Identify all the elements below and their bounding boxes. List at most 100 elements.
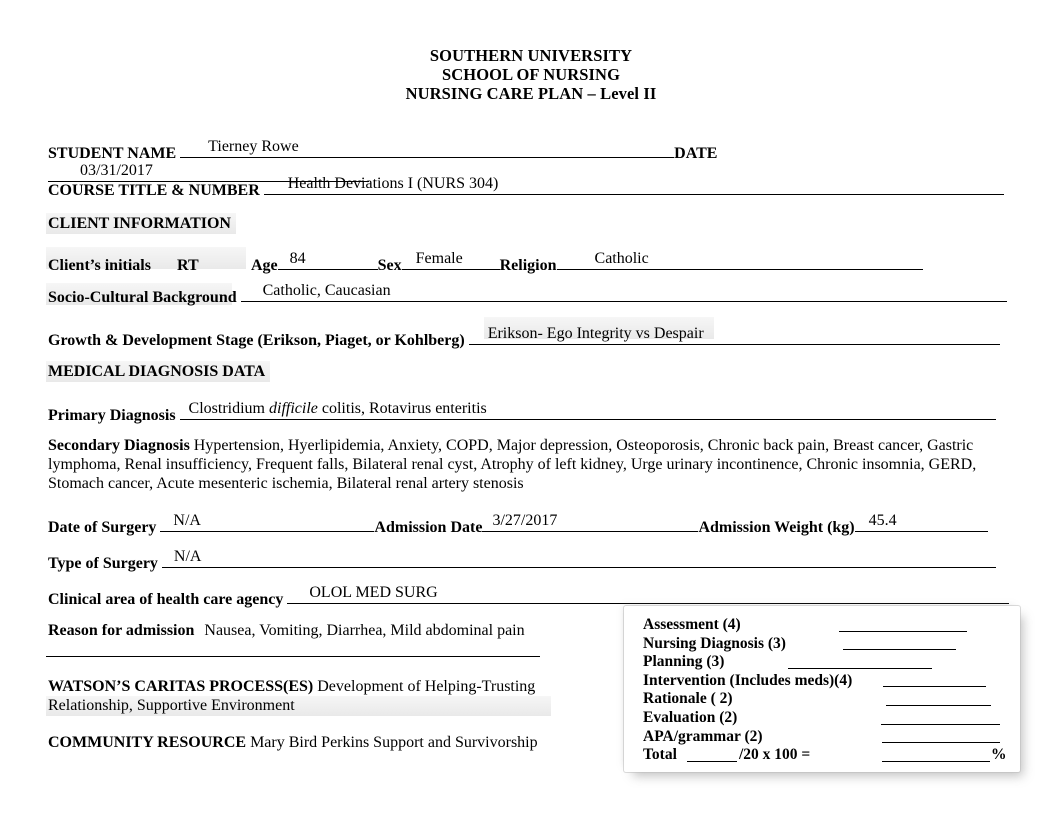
- primary-diagnosis-row: Primary Diagnosis Clostridium difficile …: [48, 401, 1010, 425]
- socio-cultural-row: Socio-Cultural Background Catholic, Cauc…: [48, 283, 1010, 307]
- rubric-score-evaluation[interactable]: [881, 723, 1000, 725]
- medical-diagnosis-label: MEDICAL DIAGNOSIS DATA: [48, 363, 266, 380]
- secondary-diagnosis-block: Secondary Diagnosis Hypertension, Hyerli…: [48, 437, 988, 493]
- religion-field[interactable]: Catholic: [556, 250, 923, 270]
- primary-diagnosis-label: Primary Diagnosis: [48, 407, 176, 424]
- rubric-row-nursing-diagnosis: Nursing Diagnosis (3): [643, 635, 1014, 654]
- client-initials-label: Client’s initials: [48, 257, 151, 274]
- medical-diagnosis-heading: MEDICAL DIAGNOSIS DATA: [48, 363, 1010, 381]
- rubric-total-formula: /20 x 100 =: [739, 746, 811, 764]
- course-title-label: COURSE TITLE & NUMBER: [48, 182, 260, 199]
- rubric-row-total: Total /20 x 100 = %: [643, 746, 1014, 765]
- client-identity-row: Client’s initials RT Age 84 Sex Female Re…: [48, 251, 1010, 275]
- date-of-surgery-value: N/A: [173, 512, 201, 529]
- rubric-row-intervention: Intervention (Includes meds)(4): [643, 672, 1014, 691]
- reason-for-admission-block: Reason for admission Nausea, Vomiting, D…: [48, 622, 648, 641]
- socio-cultural-label: Socio-Cultural Background: [48, 289, 237, 306]
- course-title-field[interactable]: Health Deviations I (NURS 304): [263, 175, 1004, 195]
- type-of-surgery-label: Type of Surgery: [48, 555, 158, 572]
- date-label: DATE: [674, 145, 718, 162]
- socio-cultural-value: Catholic, Caucasian: [262, 282, 391, 299]
- clinical-area-label: Clinical area of health care agency: [48, 591, 284, 608]
- document-page: SOUTHERN UNIVERSITY SCHOOL OF NURSING NU…: [0, 0, 1062, 822]
- rubric-score-planning[interactable]: [788, 667, 932, 669]
- type-of-surgery-row: Type of Surgery N/A: [48, 549, 1010, 573]
- community-resource-value[interactable]: Mary Bird Perkins Support and Survivorsh…: [250, 734, 538, 751]
- reason-for-admission-rule: [46, 656, 540, 657]
- religion-value: Catholic: [594, 250, 649, 267]
- rubric-total-percent-blank[interactable]: [882, 760, 990, 762]
- rubric-total-points[interactable]: [687, 760, 737, 762]
- age-value: 84: [289, 250, 306, 267]
- age-field[interactable]: 84: [277, 250, 378, 270]
- rubric-label-apa-grammar: APA/grammar (2): [643, 727, 763, 745]
- sex-value: Female: [415, 250, 463, 267]
- primary-diagnosis-rest: colitis, Rotavirus enteritis: [317, 400, 487, 417]
- date-of-surgery-label: Date of Surgery: [48, 519, 157, 536]
- growth-development-label: Growth & Development Stage (Erikson, Pia…: [48, 332, 465, 349]
- admission-date-field[interactable]: 3/27/2017: [482, 512, 699, 532]
- primary-diagnosis-genus: Clostridium: [188, 400, 269, 417]
- rubric-label-rationale: Rationale ( 2): [643, 690, 733, 708]
- admission-weight-value: 45.4: [868, 512, 897, 529]
- rubric-label-planning: Planning (3): [643, 653, 725, 671]
- rubric-row-rationale: Rationale ( 2): [643, 690, 1014, 709]
- course-title-row: COURSE TITLE & NUMBER Health Deviations …: [48, 176, 1010, 200]
- student-name-value: Tierney Rowe: [208, 138, 299, 155]
- secondary-diagnosis-label: Secondary Diagnosis: [48, 437, 190, 454]
- rubric-row-apa-grammar: APA/grammar (2): [643, 728, 1014, 747]
- age-label: Age: [250, 257, 278, 274]
- admission-date-value: 3/27/2017: [492, 512, 558, 529]
- clinical-area-field[interactable]: OLOL MED SURG: [287, 584, 1010, 604]
- reason-for-admission-value[interactable]: Nausea, Vomiting, Diarrhea, Mild abdomin…: [204, 622, 524, 639]
- header-line-university: SOUTHERN UNIVERSITY: [429, 46, 633, 65]
- client-information-heading: CLIENT INFORMATION: [48, 215, 1010, 233]
- grading-rubric-list: Assessment (4) Nursing Diagnosis (3) Pla…: [643, 616, 1014, 765]
- primary-diagnosis-species: difficile: [269, 400, 318, 417]
- growth-development-value: Erikson- Ego Integrity vs Despair: [487, 325, 704, 342]
- primary-diagnosis-value: Clostridium difficile colitis, Rotavirus…: [189, 401, 487, 417]
- clinical-area-value: OLOL MED SURG: [309, 584, 438, 601]
- grading-rubric-box: Assessment (4) Nursing Diagnosis (3) Pla…: [624, 606, 1020, 772]
- community-resource-block: COMMUNITY RESOURCE Mary Bird Perkins Sup…: [48, 734, 608, 753]
- rubric-label-total: Total: [643, 746, 677, 764]
- type-of-surgery-value: N/A: [173, 548, 202, 565]
- growth-development-field[interactable]: Erikson- Ego Integrity vs Despair: [468, 325, 1000, 345]
- watson-caritas-block: WATSON’S CARITAS PROCESS(ES) Development…: [48, 678, 568, 716]
- admission-date-label: Admission Date: [374, 519, 483, 536]
- type-of-surgery-field[interactable]: N/A: [161, 548, 996, 568]
- community-resource-label: COMMUNITY RESOURCE: [48, 734, 247, 751]
- rubric-row-evaluation: Evaluation (2): [643, 709, 1014, 728]
- rubric-row-assessment: Assessment (4): [643, 616, 1014, 635]
- header-line-title: NURSING CARE PLAN – Level II: [405, 84, 657, 103]
- primary-diagnosis-field[interactable]: Clostridium difficile colitis, Rotavirus…: [179, 401, 996, 420]
- rubric-score-intervention[interactable]: [883, 686, 986, 688]
- socio-cultural-field[interactable]: Catholic, Caucasian: [240, 282, 1007, 302]
- rubric-score-apa-grammar[interactable]: [882, 742, 1000, 744]
- student-name-label: STUDENT NAME: [48, 145, 177, 162]
- student-name-field[interactable]: Tierney Rowe: [180, 138, 675, 158]
- admission-weight-field[interactable]: 45.4: [854, 512, 988, 532]
- rubric-label-assessment: Assessment (4): [643, 616, 741, 633]
- rubric-total-percent-sign: %: [991, 746, 1007, 764]
- watson-caritas-label: WATSON’S CARITAS PROCESS(ES): [48, 678, 314, 695]
- rubric-label-intervention: Intervention (Includes meds)(4): [643, 671, 853, 689]
- date-of-surgery-field[interactable]: N/A: [160, 512, 375, 532]
- surgery-admission-row: Date of Surgery N/A Admission Date 3/27/…: [48, 513, 1010, 537]
- rubric-label-nursing-diagnosis: Nursing Diagnosis (3): [643, 634, 786, 652]
- course-title-value: Health Deviations I (NURS 304): [287, 175, 499, 192]
- religion-label: Religion: [499, 257, 557, 274]
- admission-weight-label: Admission Weight (kg): [698, 519, 855, 536]
- rubric-score-assessment[interactable]: [839, 630, 967, 632]
- document-header: SOUTHERN UNIVERSITY SCHOOL OF NURSING NU…: [0, 46, 1062, 103]
- sex-field[interactable]: Female: [401, 250, 500, 270]
- rubric-score-rationale[interactable]: [886, 704, 991, 706]
- client-information-label: CLIENT INFORMATION: [48, 215, 231, 232]
- sex-label: Sex: [377, 257, 402, 274]
- rubric-score-nursing-diagnosis[interactable]: [843, 649, 956, 651]
- rubric-row-planning: Planning (3): [643, 653, 1014, 672]
- reason-for-admission-label: Reason for admission: [48, 622, 195, 639]
- header-line-school: SCHOOL OF NURSING: [441, 65, 621, 84]
- client-initials-value[interactable]: RT: [155, 257, 251, 275]
- growth-development-row: Growth & Development Stage (Erikson, Pia…: [48, 326, 1010, 350]
